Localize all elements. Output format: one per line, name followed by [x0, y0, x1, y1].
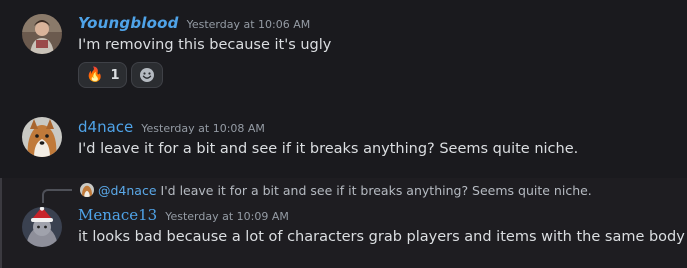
message-header: Menace13 Yesterday at 10:09 AM	[78, 206, 289, 226]
reactions-bar: 🔥 1	[78, 62, 164, 88]
avatar[interactable]	[22, 14, 62, 54]
message-header: d4nace Yesterday at 10:08 AM	[78, 118, 265, 138]
reaction-fire[interactable]: 🔥 1	[78, 62, 128, 88]
message-content: I'd leave it for a bit and see if it bre…	[78, 141, 579, 157]
smiley-icon	[140, 68, 155, 82]
reply-mention[interactable]: @d4nace	[98, 183, 157, 198]
message-content: it looks bad because a lot of characters…	[78, 229, 687, 245]
reply-connector	[42, 189, 72, 203]
avatar[interactable]	[22, 117, 62, 157]
chat-log: Youngblood Yesterday at 10:06 AM I'm rem…	[0, 0, 687, 268]
timestamp[interactable]: Yesterday at 10:08 AM	[141, 122, 265, 135]
reaction-count: 1	[110, 67, 120, 83]
fire-icon: 🔥	[86, 67, 104, 83]
username[interactable]: d4nace	[78, 118, 133, 136]
username[interactable]: Youngblood	[78, 14, 179, 32]
reply-avatar	[80, 183, 94, 197]
avatar[interactable]	[22, 207, 62, 247]
timestamp[interactable]: Yesterday at 10:06 AM	[187, 18, 311, 31]
add-reaction-button[interactable]	[131, 62, 164, 88]
message-header: Youngblood Yesterday at 10:06 AM	[78, 14, 310, 34]
timestamp[interactable]: Yesterday at 10:09 AM	[165, 210, 289, 223]
username[interactable]: Menace13	[78, 206, 157, 224]
reply-preview[interactable]: @d4nace I'd leave it for a bit and see i…	[80, 181, 592, 199]
message-content: I'm removing this because it's ugly	[78, 37, 332, 53]
reply-text[interactable]: I'd leave it for a bit and see if it bre…	[161, 183, 592, 198]
